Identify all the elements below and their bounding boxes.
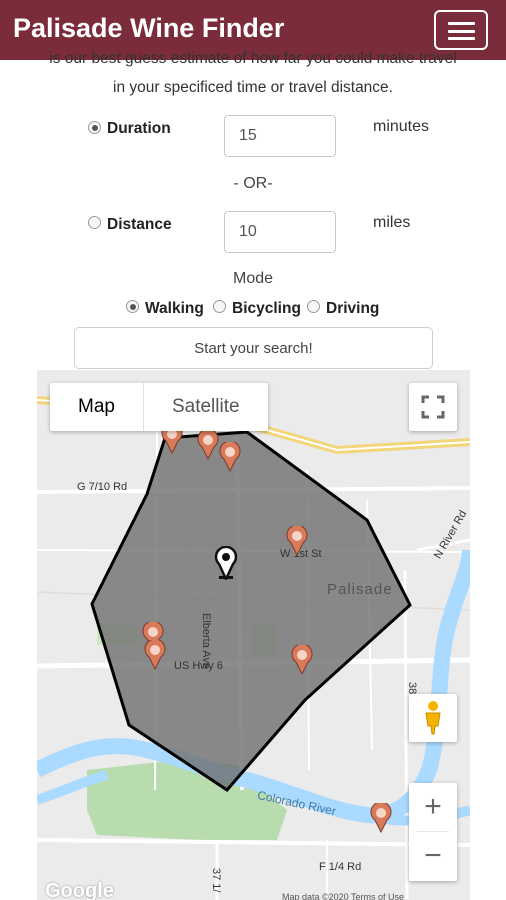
bicycling-radio[interactable] <box>213 300 226 313</box>
zoom-out-button[interactable]: − <box>409 832 457 880</box>
distance-input[interactable] <box>224 211 336 253</box>
driving-radio[interactable] <box>307 300 320 313</box>
map-type-map-button[interactable]: Map <box>50 383 144 431</box>
winery-marker[interactable] <box>144 638 166 675</box>
duration-label: Duration <box>107 120 171 137</box>
map-type-satellite-button[interactable]: Satellite <box>144 383 268 431</box>
fullscreen-icon[interactable] <box>409 383 457 431</box>
or-separator: - OR- <box>233 175 273 192</box>
map-label-road-37: 37 1/ <box>210 868 222 893</box>
distance-label: Distance <box>107 216 172 233</box>
distance-radio[interactable] <box>88 216 101 229</box>
start-search-button[interactable]: Start your search! <box>74 327 433 369</box>
zoom-in-button[interactable]: + <box>409 783 457 831</box>
walking-label: Walking <box>145 300 204 317</box>
winery-marker[interactable] <box>286 524 308 561</box>
map-label-g-road: G 7/10 Rd <box>77 481 128 493</box>
zoom-control: + − <box>409 783 457 881</box>
map-type-control: Map Satellite <box>50 383 268 431</box>
walking-radio[interactable] <box>126 300 139 313</box>
winery-marker[interactable] <box>370 801 392 838</box>
duration-input[interactable] <box>224 115 336 157</box>
map-label-road-38: 38 <box>406 682 418 695</box>
winery-marker[interactable] <box>197 428 219 465</box>
intro-text-line2: in your specificed time or travel distan… <box>113 79 393 96</box>
duration-radio[interactable] <box>88 121 101 134</box>
map-label-f-road: F 1/4 Rd <box>319 861 362 873</box>
distance-unit: miles <box>373 214 411 231</box>
map-label-palisade: Palisade <box>327 581 393 598</box>
app-title[interactable]: Palisade Wine Finder <box>13 13 284 44</box>
google-logo: Google <box>45 880 114 900</box>
bicycling-label: Bicycling <box>232 300 301 317</box>
winery-marker[interactable] <box>291 643 313 680</box>
mode-label: Mode <box>232 270 274 287</box>
street-view-pegman-icon[interactable] <box>409 694 457 742</box>
winery-marker[interactable] <box>219 440 241 477</box>
map-view[interactable]: G 7/10 Rd W 1st St Palisade Elberta Ave … <box>37 370 470 900</box>
duration-unit: minutes <box>373 118 430 135</box>
user-location-marker[interactable] <box>214 545 238 585</box>
map-label-us-hwy: US Hwy 6 <box>174 660 223 672</box>
map-attribution: Map data ©2020 Terms of Use <box>282 892 405 900</box>
intro-text-line1: is our best guess estimate of how far yo… <box>49 50 457 67</box>
hamburger-menu-icon[interactable] <box>434 10 488 50</box>
map-canvas <box>37 370 470 900</box>
driving-label: Driving <box>326 300 380 317</box>
